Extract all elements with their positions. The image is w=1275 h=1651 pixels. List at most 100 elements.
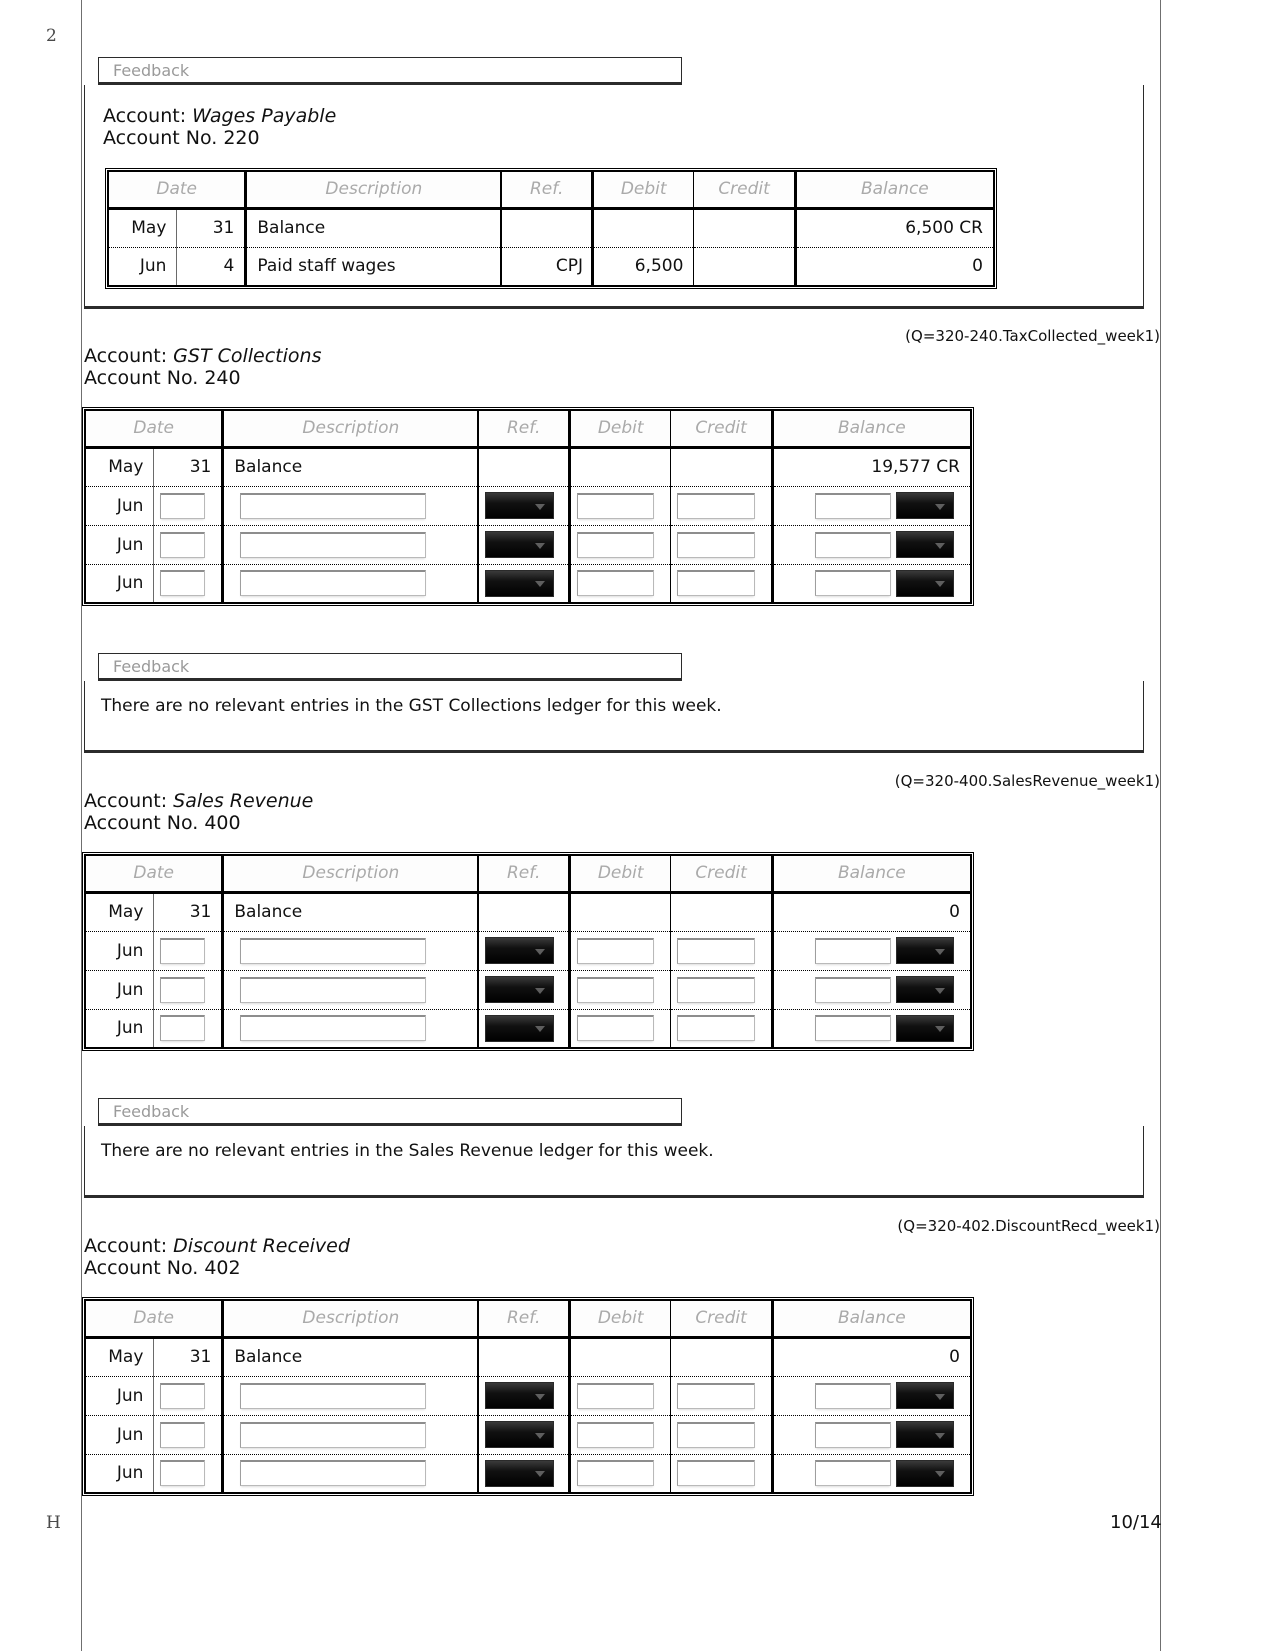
balance-type-dropdown[interactable] [896,1382,954,1409]
debit-input[interactable] [577,531,655,558]
description-input[interactable] [240,1460,427,1487]
balance-input[interactable] [815,1460,891,1487]
balance-type-dropdown[interactable] [896,1014,954,1042]
account-name: Sales Revenue [173,790,314,812]
debit-input[interactable] [577,1382,655,1409]
balance-input[interactable] [815,492,891,519]
balance-input[interactable] [815,1382,891,1409]
debit-input[interactable] [577,976,655,1003]
balance-input[interactable] [815,1421,891,1448]
cell-day-input-wrap [153,486,225,526]
cell-debit-input-wrap [569,1415,672,1455]
description-input[interactable] [240,1382,427,1409]
day-input[interactable] [160,1015,206,1042]
balance-input[interactable] [815,937,891,964]
credit-input[interactable] [677,492,755,519]
debit-input[interactable] [577,1421,655,1448]
ref-dropdown[interactable] [485,1382,555,1409]
ref-dropdown[interactable] [485,531,555,558]
account-number-line: Account No. 400 [84,812,241,835]
ref-dropdown[interactable] [485,937,555,964]
ref-dropdown[interactable] [485,492,555,519]
cell-month: Jun [84,970,155,1010]
cell-day-input-wrap [153,1009,225,1049]
debit-input[interactable] [577,1460,655,1487]
ref-dropdown[interactable] [485,1421,555,1448]
ref-dropdown[interactable] [485,1459,555,1487]
balance-type-dropdown[interactable] [896,531,954,558]
description-input[interactable] [240,976,427,1003]
feedback-tab-wages-payable[interactable]: Feedback [98,57,682,85]
credit-input[interactable] [677,1460,755,1487]
cell-day: 31 [153,447,225,487]
debit-input[interactable] [577,492,655,519]
debit-input[interactable] [577,1015,655,1042]
day-input[interactable] [160,937,206,964]
credit-input[interactable] [677,1382,755,1409]
column-header-credit: Credit [670,854,774,894]
cell-description-input-wrap [222,931,480,971]
cell-ref [477,1337,572,1377]
column-header-credit: Credit [693,170,797,210]
account-name-line: Account: GST Collections [84,345,321,367]
credit-input[interactable] [677,976,755,1003]
account-heading-sales-revenue: Account: Sales Revenue Account No. 400 [84,790,313,835]
description-input[interactable] [240,1015,427,1042]
cell-debit [592,208,695,248]
cell-day: 31 [176,208,248,248]
cell-day: 31 [153,1337,225,1377]
credit-input[interactable] [677,1421,755,1448]
description-input[interactable] [240,492,427,519]
balance-type-dropdown[interactable] [896,937,954,964]
cell-day-input-wrap [153,1454,225,1494]
balance-type-dropdown[interactable] [896,976,954,1003]
account-number-line: Account No. 402 [84,1257,241,1280]
balance-type-dropdown[interactable] [896,1459,954,1487]
credit-input[interactable] [677,1015,755,1042]
description-input[interactable] [240,570,427,597]
feedback-tab-sales-revenue[interactable]: Feedback [98,1098,682,1126]
balance-input[interactable] [815,1015,891,1042]
day-input[interactable] [160,976,206,1003]
day-input[interactable] [160,531,206,558]
day-input[interactable] [160,1460,206,1487]
cell-day-input-wrap [153,1415,225,1455]
balance-input[interactable] [815,531,891,558]
description-input[interactable] [240,937,427,964]
ref-dropdown[interactable] [485,1014,555,1042]
column-header-description: Description [222,409,480,449]
day-input[interactable] [160,570,206,597]
day-input[interactable] [160,1382,206,1409]
cell-description-input-wrap [222,970,480,1010]
cell-month: May [84,447,155,487]
table-row-entry: Jun [84,970,972,1010]
column-header-date: Date [84,854,225,894]
balance-type-dropdown[interactable] [896,492,954,519]
cell-balance: 0 [794,247,995,287]
ledger-table-sales-revenue: Date Description Ref. Debit Credit Balan… [82,852,974,1051]
balance-type-dropdown[interactable] [896,1421,954,1448]
credit-input[interactable] [677,531,755,558]
balance-input[interactable] [815,570,891,597]
column-header-balance: Balance [771,409,972,449]
cell-month: Jun [84,564,155,604]
balance-input[interactable] [815,976,891,1003]
cell-month: Jun [84,1009,155,1049]
credit-input[interactable] [677,570,755,597]
debit-input[interactable] [577,570,655,597]
table-header-row: Date Description Ref. Debit Credit Balan… [84,1299,972,1339]
cell-month: Jun [84,1376,155,1416]
description-input[interactable] [240,531,427,558]
column-header-credit: Credit [670,409,774,449]
feedback-tab-gst-collections[interactable]: Feedback [98,653,682,681]
table-row-entry: Jun [84,931,972,971]
ref-dropdown[interactable] [485,976,555,1003]
balance-type-dropdown[interactable] [896,569,954,597]
day-input[interactable] [160,492,206,519]
description-input[interactable] [240,1421,427,1448]
ref-dropdown[interactable] [485,569,555,597]
day-input[interactable] [160,1421,206,1448]
debit-input[interactable] [577,937,655,964]
cell-balance-input-wrap [771,525,972,565]
credit-input[interactable] [677,937,755,964]
